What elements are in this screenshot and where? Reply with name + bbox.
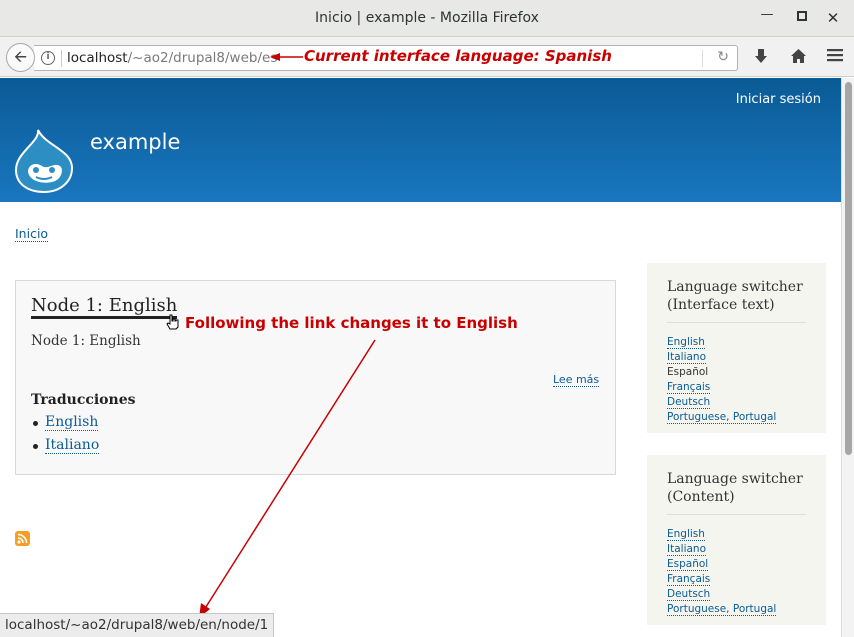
translation-link-italiano[interactable]: Italiano xyxy=(45,437,100,454)
language-active-espanol: Español xyxy=(667,366,709,378)
list-item: Portuguese, Portugal xyxy=(667,410,806,425)
hand-cursor-icon xyxy=(166,314,180,334)
list-item: Italiano xyxy=(667,350,806,365)
login-link[interactable]: Iniciar sesión xyxy=(736,92,821,107)
language-link-francais[interactable]: Français xyxy=(667,381,711,394)
drupal-drop-icon[interactable] xyxy=(14,128,74,198)
language-list: English Italiano Español Français Deutsc… xyxy=(667,527,806,617)
status-bar-url: localhost/~ao2/drupal8/web/en/node/1 xyxy=(0,613,275,637)
url-host: localhost xyxy=(67,50,128,66)
window-title: Inicio | example - Mozilla Firefox xyxy=(315,10,539,26)
language-link-english[interactable]: English xyxy=(667,336,705,349)
maximize-icon[interactable] xyxy=(792,8,812,28)
url-path: /~ao2/drupal8/web/es xyxy=(127,50,278,66)
page-scrollbar[interactable] xyxy=(841,78,854,637)
list-item: Français xyxy=(667,380,806,395)
list-item: Español xyxy=(667,365,806,380)
language-list: English Italiano Español Français Deutsc… xyxy=(667,335,806,425)
page-viewport: Iniciar sesión example Inicio Node 1: En… xyxy=(0,78,841,637)
url-separator xyxy=(61,50,62,67)
translations-heading: Traducciones xyxy=(31,392,136,408)
language-link-italiano[interactable]: Italiano xyxy=(667,351,706,364)
hamburger-menu-icon[interactable] xyxy=(827,48,843,66)
language-link-espanol[interactable]: Español xyxy=(667,558,709,571)
read-more-link[interactable]: Lee más xyxy=(553,373,600,387)
list-item: Italiano xyxy=(667,542,806,557)
list-item: Deutsch xyxy=(667,587,806,602)
annotation-interface-language: Current interface language: Spanish xyxy=(304,47,612,65)
list-item: English xyxy=(667,527,806,542)
site-header: Iniciar sesión example xyxy=(0,78,841,202)
reload-icon[interactable]: ↻ xyxy=(717,49,729,65)
list-item: Español xyxy=(667,557,806,572)
back-arrow-icon: 🡨 xyxy=(14,47,27,66)
block-title: Language switcher (Content) xyxy=(667,470,806,515)
reload-separator xyxy=(702,50,703,67)
translation-item: English xyxy=(31,414,99,437)
list-item: English xyxy=(667,335,806,350)
site-name[interactable]: example xyxy=(90,130,180,154)
language-link-italiano[interactable]: Italiano xyxy=(667,543,706,556)
list-item: Portuguese, Portugal xyxy=(667,602,806,617)
list-item: Deutsch xyxy=(667,395,806,410)
rss-feed-icon[interactable] xyxy=(15,531,30,546)
language-switcher-content: Language switcher (Content) English Ital… xyxy=(647,455,826,625)
language-switcher-interface: Language switcher (Interface text) Engli… xyxy=(647,263,826,433)
language-link-deutsch[interactable]: Deutsch xyxy=(667,396,711,409)
list-item: Français xyxy=(667,572,806,587)
info-icon[interactable]: i xyxy=(41,51,55,65)
language-link-portuguese[interactable]: Portuguese, Portugal xyxy=(667,603,777,616)
language-link-english[interactable]: English xyxy=(667,528,705,541)
translations-list: English Italiano xyxy=(31,414,100,460)
translation-link-english[interactable]: English xyxy=(45,414,99,431)
annotation-arrow-left xyxy=(270,53,303,61)
translation-item: Italiano xyxy=(31,437,100,460)
node-title[interactable]: Node 1: English xyxy=(31,295,178,319)
download-icon[interactable] xyxy=(753,48,769,68)
node-body: Node 1: English xyxy=(31,333,141,349)
language-link-deutsch[interactable]: Deutsch xyxy=(667,588,711,601)
window-titlebar: Inicio | example - Mozilla Firefox — ✕ xyxy=(0,0,854,37)
node-article: Node 1: English Node 1: English Lee más … xyxy=(15,280,616,475)
scrollbar-thumb[interactable] xyxy=(845,82,852,455)
close-icon[interactable]: ✕ xyxy=(823,8,843,28)
language-link-francais[interactable]: Français xyxy=(667,573,711,586)
annotation-link-changes: Following the link changes it to English xyxy=(185,314,518,332)
block-title: Language switcher (Interface text) xyxy=(667,278,806,323)
breadcrumb-home[interactable]: Inicio xyxy=(15,226,49,242)
url-text[interactable]: localhost/~ao2/drupal8/web/es xyxy=(67,50,277,66)
minimize-icon[interactable]: — xyxy=(757,5,777,25)
language-link-portuguese[interactable]: Portuguese, Portugal xyxy=(667,411,777,424)
home-icon[interactable] xyxy=(790,48,807,68)
back-button[interactable]: 🡨 xyxy=(6,43,35,72)
